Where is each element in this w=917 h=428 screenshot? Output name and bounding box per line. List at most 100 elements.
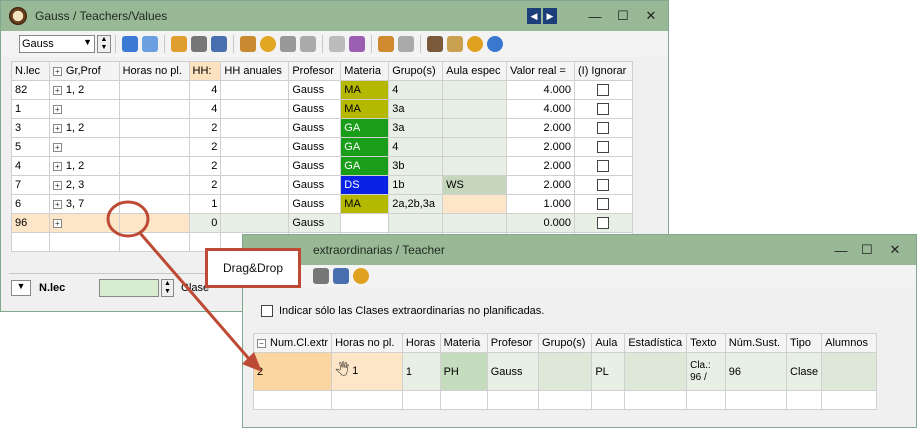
cell-ignorar[interactable] [573,194,634,214]
ignore-checkbox[interactable] [597,103,610,116]
table-row[interactable]: 2 🖑 1 1 PH Gauss PL Cla.: 96 / 96 Clase [252,352,877,391]
cell-ignorar[interactable] [573,137,634,157]
cell-hh[interactable]: 2 [188,118,222,138]
filter-icon[interactable] [191,36,207,52]
col-horas[interactable]: Horas [401,333,441,353]
list-view-icon[interactable] [142,36,158,52]
cell-grprof[interactable]: +1, 2 [48,118,120,138]
col-num-sust[interactable]: Núm.Sust. [724,333,788,353]
col-hh-anuales[interactable]: HH anuales [220,61,290,81]
expand-icon[interactable]: + [52,218,62,228]
cell-nlec[interactable]: 6 [11,194,50,214]
cell-aula-espec[interactable] [442,137,508,157]
cell-num[interactable]: 2 [252,352,333,391]
table-row[interactable]: 7 +2, 3 2 Gauss DS 1b WS 2.000 [11,175,634,195]
ignore-checkbox[interactable] [597,160,610,173]
cell-hh-anuales[interactable] [220,80,290,100]
cell-hh[interactable]: 2 [188,156,222,176]
cell-nlec[interactable]: 96 [11,213,50,233]
cell-aula-espec[interactable] [442,118,508,138]
expand-icon[interactable]: + [52,66,62,76]
cell-horas-no-pl[interactable]: 🖑 1 [331,352,403,391]
table-row[interactable]: 3 +1, 2 2 Gauss GA 3a 2.000 [11,118,634,138]
col-nlec[interactable]: N.lec [11,61,50,81]
cell-hh-anuales[interactable] [220,99,290,119]
col-alumnos[interactable]: Alumnos [821,333,877,353]
cell-nlec[interactable]: 7 [11,175,50,195]
print-icon[interactable] [398,36,414,52]
table-row[interactable]: 5 +2 Gauss GA 4 2.000 [11,137,634,157]
col-num-cl-extr[interactable]: − Num.Cl.extr [252,333,333,353]
expand-icon[interactable]: + [52,180,62,190]
cell-nlec[interactable]: 4 [11,156,50,176]
cell-ignorar[interactable] [573,80,634,100]
ignore-checkbox[interactable] [597,84,610,97]
cell-texto[interactable]: Cla.: 96 / [686,352,726,391]
cell-horas-no-pl[interactable] [118,175,190,195]
ignore-checkbox[interactable] [597,179,610,192]
gear-icon[interactable] [467,36,483,52]
cell-hh[interactable]: 0 [188,213,222,233]
cell-profesor[interactable]: Gauss [288,156,342,176]
users-icon[interactable] [349,36,365,52]
cell-nlec[interactable]: 5 [11,137,50,157]
cell-valor-real[interactable]: 4.000 [506,99,575,119]
cell-profesor[interactable]: Gauss [288,194,342,214]
cell-grprof[interactable]: +1, 2 [48,156,120,176]
cell-horas-no-pl[interactable] [118,99,190,119]
unplanned-filter[interactable]: Indicar sólo las Clases extraordinarias … [261,305,544,317]
cell-horas-no-pl[interactable] [118,194,190,214]
col-hh[interactable]: HH: [188,61,222,81]
table-row[interactable]: 82 +1, 2 4 Gauss MA 4 4.000 [11,80,634,100]
col-ignorar[interactable]: (I) Ignorar [573,61,634,81]
cell-aula-espec[interactable] [442,213,508,233]
cell-grupos[interactable] [388,213,444,233]
cell-nlec[interactable]: 1 [11,99,50,119]
cell-horas-no-pl[interactable] [118,156,190,176]
cell-num-sust[interactable]: 96 [724,352,788,391]
help-icon[interactable] [487,36,503,52]
cell-grprof[interactable]: + [48,99,120,119]
footer-field-input[interactable] [99,279,159,297]
ignore-checkbox[interactable] [597,141,610,154]
cell-materia[interactable]: PH [439,352,488,391]
cell-alumnos[interactable] [821,352,877,391]
cell-profesor[interactable]: Gauss [288,137,342,157]
sub-close-button[interactable]: ✕ [875,235,915,265]
cell-aula[interactable]: PL [591,352,626,391]
cell-aula-espec[interactable] [442,156,508,176]
spin-button[interactable]: ▲ ▼ [97,35,111,53]
cell-grupos[interactable]: 4 [388,137,444,157]
prev-arrow-icon[interactable]: ◀ [527,8,541,24]
cell-valor-real[interactable]: 0.000 [506,213,575,233]
cell-valor-real[interactable]: 2.000 [506,175,575,195]
cell-profesor[interactable]: Gauss [288,213,342,233]
cell-ignorar[interactable] [573,156,634,176]
search-icon[interactable] [329,36,345,52]
cell-aula-espec[interactable] [442,80,508,100]
calendar-icon[interactable] [280,36,296,52]
cell-hh-anuales[interactable] [220,213,290,233]
cell-grupos[interactable]: 3b [388,156,444,176]
teacher-selector[interactable]: Gauss ▼ [19,35,95,53]
expand-icon[interactable]: + [52,104,62,114]
cell-materia[interactable]: GA [340,156,390,176]
cell-materia[interactable]: GA [340,118,390,138]
cell-ignorar[interactable] [573,175,634,195]
sort-icon[interactable] [211,36,227,52]
cell-materia[interactable]: MA [340,99,390,119]
cell-grupos[interactable]: 2a,2b,3a [388,194,444,214]
col-aula-espec[interactable]: Aula espec [442,61,508,81]
table-row[interactable]: 6 +3, 7 1 Gauss MA 2a,2b,3a 1.000 [11,194,634,214]
ignore-checkbox[interactable] [597,122,610,135]
cell-nlec[interactable]: 3 [11,118,50,138]
table-row[interactable]: 96 +0 Gauss 0.000 [11,213,634,233]
cell-ignorar[interactable] [573,99,634,119]
col-valor-real[interactable]: Valor real = [506,61,575,81]
cell-valor-real[interactable]: 1.000 [506,194,575,214]
cell-grprof[interactable]: +3, 7 [48,194,120,214]
cell-materia[interactable]: MA [340,80,390,100]
gear-icon[interactable] [353,268,369,284]
cell-valor-real[interactable]: 2.000 [506,118,575,138]
table-row[interactable] [252,390,877,410]
